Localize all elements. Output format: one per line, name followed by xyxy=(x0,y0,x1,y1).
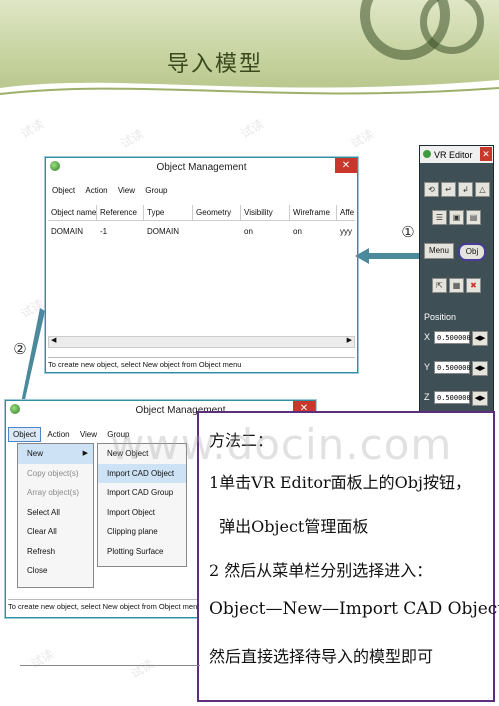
column-header[interactable]: Geometry xyxy=(193,205,241,220)
column-header[interactable]: Object name xyxy=(48,205,97,220)
callout-line: 弹出Object管理面板 xyxy=(209,517,369,536)
table-cell xyxy=(193,225,241,238)
tool-grid-icon[interactable]: ▦ xyxy=(449,278,464,293)
callout-line: Object—New—Import CAD Object xyxy=(209,599,499,619)
tool-window-icon[interactable]: ▤ xyxy=(466,210,481,225)
tool-list-icon[interactable]: ☰ xyxy=(432,210,447,225)
menu-button[interactable]: Menu xyxy=(424,243,454,259)
menu-action[interactable]: Action xyxy=(81,184,111,197)
callout-line: 2 然后从菜单栏分别选择进入： xyxy=(209,561,433,580)
table-cell: on xyxy=(244,227,253,236)
table-cell: DOMAIN xyxy=(51,227,83,236)
menu-group[interactable]: Group xyxy=(141,184,171,197)
menu-object[interactable]: Object xyxy=(48,184,79,197)
tool-return-icon[interactable]: ↲ xyxy=(458,182,473,197)
table-cell: DOMAIN xyxy=(147,227,179,236)
menu-item-close[interactable]: Close xyxy=(18,561,93,581)
close-button[interactable]: ✕ xyxy=(335,158,357,173)
app-icon xyxy=(423,150,431,158)
watermark: 试读 xyxy=(18,116,47,141)
axis-label-x: X xyxy=(424,332,431,342)
table-row[interactable]: DOMAIN -1 DOMAIN on on yyy xyxy=(48,225,355,238)
watermark: 试读 xyxy=(28,646,57,671)
horizontal-scrollbar[interactable]: ◀ ▶ xyxy=(48,336,355,348)
object-management-window: Object Management ✕ Object Action View G… xyxy=(45,157,358,373)
step-marker-1: ① xyxy=(401,224,415,241)
watermark: 试读 xyxy=(348,126,377,151)
vr-editor-title: VR Editor xyxy=(434,150,473,160)
stepper-x[interactable]: ◀▶ xyxy=(472,331,488,346)
column-header[interactable]: Wireframe xyxy=(290,205,337,220)
column-header[interactable]: Visibility xyxy=(241,205,290,220)
column-header[interactable]: Affe xyxy=(337,205,355,220)
submenu-item-plotting-surface[interactable]: Plotting Surface xyxy=(98,542,186,562)
stepper-y[interactable]: ◀▶ xyxy=(472,361,488,376)
menu-object[interactable]: Object xyxy=(8,427,42,442)
axis-label-z: Z xyxy=(424,392,430,402)
position-y-field[interactable]: 0.500000 xyxy=(434,361,471,374)
menu-item-clear-all[interactable]: Clear All xyxy=(18,522,93,542)
submenu-item-import-cad-group[interactable]: Import CAD Group xyxy=(98,483,186,503)
menu-item-copy[interactable]: Copy object(s) xyxy=(18,464,93,484)
bottom-divider xyxy=(20,665,200,666)
tool-save-icon[interactable]: ▣ xyxy=(449,210,464,225)
slide-title: 导入模型 xyxy=(166,52,263,77)
scroll-right-arrow-icon[interactable]: ▶ xyxy=(347,336,352,344)
tool-triangle-icon[interactable]: △ xyxy=(475,182,490,197)
menu-item-select-all[interactable]: Select All xyxy=(18,503,93,523)
column-header[interactable]: Reference xyxy=(97,205,144,220)
url-watermark: www.docin.com xyxy=(110,420,453,469)
app-icon xyxy=(10,404,20,414)
stepper-z[interactable]: ◀▶ xyxy=(472,391,488,406)
vr-editor-panel: VR Editor ✕ ⟲ ↵ ↲ △ ☰ ▣ ▤ Menu Obj ⇱ ▦ ✖… xyxy=(419,145,494,417)
axis-label-y: Y xyxy=(424,362,431,372)
scroll-left-arrow-icon[interactable]: ◀ xyxy=(51,336,56,344)
menu-item-new[interactable]: New ▶ xyxy=(18,444,93,464)
watermark: 试读 xyxy=(238,116,267,141)
position-label: Position xyxy=(424,312,457,322)
watermark: 试读 xyxy=(128,656,157,681)
vr-editor-titlebar[interactable]: VR Editor ✕ xyxy=(420,146,493,163)
position-x-field[interactable]: 0.500000 xyxy=(434,331,471,344)
table-cell: -1 xyxy=(100,227,108,236)
menu-bar: Object Action View Group xyxy=(48,184,355,198)
window-titlebar[interactable]: Object Management ✕ xyxy=(46,158,357,176)
menu-item-array[interactable]: Array object(s) xyxy=(18,483,93,503)
position-z-field[interactable]: 0.500000 xyxy=(434,391,471,404)
close-button[interactable]: ✕ xyxy=(480,147,492,161)
obj-button[interactable]: Obj xyxy=(458,243,486,261)
watermark: 试读 xyxy=(118,126,147,151)
menu-action[interactable]: Action xyxy=(43,428,73,441)
object-table-header: Object name Reference Type Geometry Visi… xyxy=(48,205,355,221)
column-header[interactable]: Type xyxy=(144,205,193,220)
table-cell: on xyxy=(293,227,302,236)
object-menu: New ▶ Copy object(s) Array object(s) Sele… xyxy=(17,443,94,588)
tool-rotate-icon[interactable]: ⟲ xyxy=(424,182,439,197)
submenu-item-clipping-plane[interactable]: Clipping plane xyxy=(98,522,186,542)
menu-view[interactable]: View xyxy=(114,184,139,197)
submenu-arrow-icon: ▶ xyxy=(82,450,88,457)
menu-item-refresh[interactable]: Refresh xyxy=(18,542,93,562)
status-bar: To create new object, select New object … xyxy=(48,357,355,369)
tool-delete-icon[interactable]: ✖ xyxy=(466,278,481,293)
tool-arrow-icon[interactable]: ⇱ xyxy=(432,278,447,293)
submenu-item-import-object[interactable]: Import Object xyxy=(98,503,186,523)
callout-line: 然后直接选择待导入的模型即可 xyxy=(209,647,434,666)
callout-line: 1单击VR Editor面板上的Obj按钮， xyxy=(209,473,471,492)
window-title: Object Management xyxy=(156,162,247,173)
table-cell: yyy xyxy=(340,227,352,236)
tool-enter-icon[interactable]: ↵ xyxy=(441,182,456,197)
slide-header: 导入模型 xyxy=(0,0,499,110)
menu-view[interactable]: View xyxy=(76,428,101,441)
